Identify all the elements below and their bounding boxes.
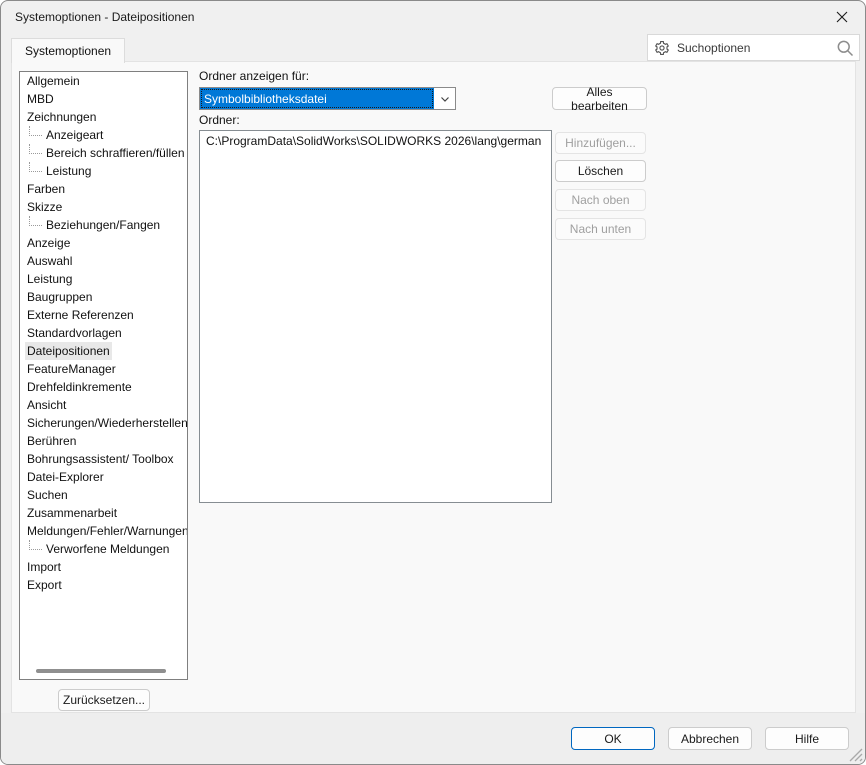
close-icon <box>836 11 848 23</box>
nav-item-label: Auswahl <box>25 252 74 270</box>
nav-item-label: Allgemein <box>25 72 82 90</box>
nav-item-label: Leistung <box>44 162 93 180</box>
nav-item[interactable]: Meldungen/Fehler/Warnungen <box>20 522 187 540</box>
tree-connector <box>29 216 42 226</box>
nav-item-label: Zeichnungen <box>25 108 98 126</box>
tab-strip: Systemoptionen <box>1 33 865 62</box>
nav-item-label: Bohrungsassistent/ Toolbox <box>25 450 176 468</box>
nav-item-label: Berühren <box>25 432 78 450</box>
nav-item[interactable]: Suchen <box>20 486 187 504</box>
nav-item[interactable]: Baugruppen <box>20 288 187 306</box>
nav-item[interactable]: Anzeige <box>20 234 187 252</box>
nav-item-label: Suchen <box>25 486 70 504</box>
nav-item-label: Export <box>25 576 64 594</box>
tab-page-panel: AllgemeinMBDZeichnungenAnzeigeartBereich… <box>11 61 856 713</box>
add-button[interactable]: Hinzufügen... <box>555 132 646 154</box>
search-options-box[interactable] <box>647 34 860 61</box>
nav-item[interactable]: Ansicht <box>20 396 187 414</box>
show-folders-dropdown[interactable]: Symbolbibliotheksdatei <box>199 87 456 110</box>
nav-item-label: Skizze <box>25 198 64 216</box>
nav-item[interactable]: Auswahl <box>20 252 187 270</box>
nav-item-label: Ansicht <box>25 396 68 414</box>
nav-item-label: Dateipositionen <box>25 342 112 360</box>
tree-connector <box>29 144 42 154</box>
nav-item-label: Leistung <box>25 270 74 288</box>
show-folders-label: Ordner anzeigen für: <box>199 69 309 83</box>
search-input[interactable] <box>675 40 835 56</box>
help-button[interactable]: Hilfe <box>765 727 849 750</box>
nav-list: AllgemeinMBDZeichnungenAnzeigeartBereich… <box>20 72 187 594</box>
nav-item-label: Beziehungen/Fangen <box>44 216 162 234</box>
nav-item[interactable]: Berühren <box>20 432 187 450</box>
nav-item-label: Externe Referenzen <box>25 306 136 324</box>
nav-item[interactable]: Zeichnungen <box>20 108 187 126</box>
resize-grip[interactable] <box>849 748 863 762</box>
gear-icon <box>654 40 670 56</box>
tab-systemoptionen[interactable]: Systemoptionen <box>11 38 125 63</box>
dropdown-selected-value: Symbolbibliotheksdatei <box>200 88 434 109</box>
nav-item[interactable]: Datei-Explorer <box>20 468 187 486</box>
nav-item[interactable]: Beziehungen/Fangen <box>20 216 187 234</box>
nav-item-label: Import <box>25 558 63 576</box>
reset-button[interactable]: Zurücksetzen... <box>58 689 150 711</box>
nav-item-label: Drehfeldinkremente <box>25 378 134 396</box>
nav-item[interactable]: Farben <box>20 180 187 198</box>
horizontal-scrollbar[interactable] <box>36 669 166 673</box>
move-up-button[interactable]: Nach oben <box>555 189 646 211</box>
folder-path-list[interactable]: C:\ProgramData\SolidWorks\SOLIDWORKS 202… <box>199 130 552 503</box>
nav-item[interactable]: Allgemein <box>20 72 187 90</box>
nav-item-label: Meldungen/Fehler/Warnungen <box>25 522 188 540</box>
close-button[interactable] <box>826 4 858 30</box>
nav-item-label: Standardvorlagen <box>25 324 124 342</box>
nav-item[interactable]: Drehfeldinkremente <box>20 378 187 396</box>
nav-item-label: Sicherungen/Wiederherstellen <box>25 414 188 432</box>
nav-item[interactable]: Skizze <box>20 198 187 216</box>
nav-item[interactable]: Import <box>20 558 187 576</box>
delete-button[interactable]: Löschen <box>555 160 646 182</box>
nav-item-label: Datei-Explorer <box>25 468 106 486</box>
nav-item-label: MBD <box>25 90 56 108</box>
nav-item[interactable]: Anzeigeart <box>20 126 187 144</box>
nav-item[interactable]: Leistung <box>20 162 187 180</box>
nav-item[interactable]: Sicherungen/Wiederherstellen <box>20 414 187 432</box>
nav-item[interactable]: Externe Referenzen <box>20 306 187 324</box>
folder-path-item[interactable]: C:\ProgramData\SolidWorks\SOLIDWORKS 202… <box>200 131 551 151</box>
options-nav-list: AllgemeinMBDZeichnungenAnzeigeartBereich… <box>19 71 188 680</box>
nav-item-label: FeatureManager <box>25 360 118 378</box>
nav-item-label: Verworfene Meldungen <box>44 540 171 558</box>
move-down-button[interactable]: Nach unten <box>555 218 646 240</box>
nav-item-label: Bereich schraffieren/füllen <box>44 144 187 162</box>
nav-item[interactable]: Zusammenarbeit <box>20 504 187 522</box>
folders-label: Ordner: <box>199 113 240 127</box>
tree-connector <box>29 162 42 172</box>
nav-item[interactable]: Verworfene Meldungen <box>20 540 187 558</box>
titlebar: Systemoptionen - Dateipositionen <box>1 1 865 33</box>
nav-item[interactable]: Bohrungsassistent/ Toolbox <box>20 450 187 468</box>
search-icon <box>835 38 855 58</box>
nav-item-label: Zusammenarbeit <box>25 504 119 522</box>
nav-item-label: Anzeigeart <box>44 126 105 144</box>
nav-item[interactable]: MBD <box>20 90 187 108</box>
nav-item[interactable]: Dateipositionen <box>20 342 187 360</box>
chevron-down-icon[interactable] <box>434 88 455 109</box>
nav-item[interactable]: Export <box>20 576 187 594</box>
tab-label: Systemoptionen <box>25 44 111 58</box>
nav-item-label: Farben <box>25 180 67 198</box>
window-title: Systemoptionen - Dateipositionen <box>15 10 194 24</box>
edit-all-button[interactable]: Alles bearbeiten <box>552 87 647 110</box>
tree-connector <box>29 126 42 136</box>
nav-item-label: Baugruppen <box>25 288 94 306</box>
system-options-dialog: Systemoptionen - Dateipositionen Systemo… <box>0 0 866 765</box>
nav-item[interactable]: FeatureManager <box>20 360 187 378</box>
ok-button[interactable]: OK <box>571 727 655 750</box>
nav-item[interactable]: Standardvorlagen <box>20 324 187 342</box>
nav-item[interactable]: Bereich schraffieren/füllen <box>20 144 187 162</box>
cancel-button[interactable]: Abbrechen <box>668 727 752 750</box>
nav-item-label: Anzeige <box>25 234 72 252</box>
dialog-footer: OK Abbrechen Hilfe <box>1 713 865 764</box>
tree-connector <box>29 540 42 550</box>
nav-item[interactable]: Leistung <box>20 270 187 288</box>
